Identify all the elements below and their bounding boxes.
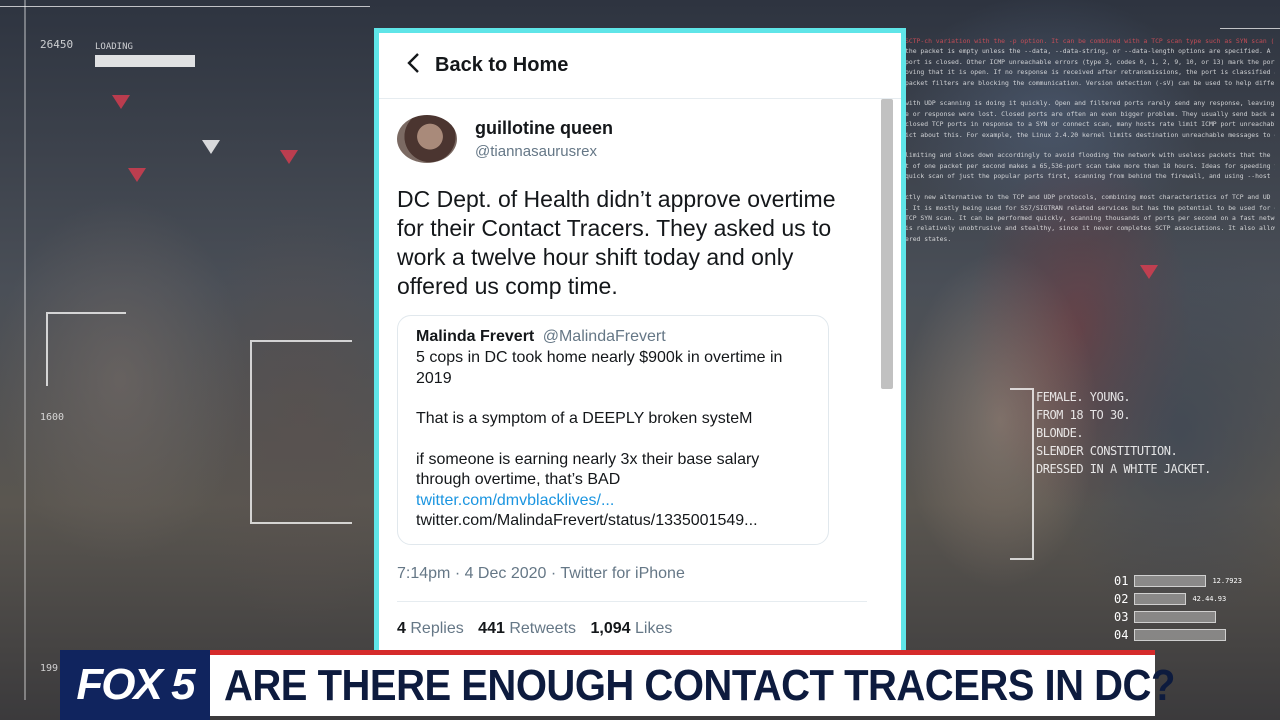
description-line: Dressed in a white jacket. (1036, 462, 1211, 476)
stat-value: 42.44.93 (1192, 595, 1227, 603)
hud-line (1220, 28, 1280, 29)
scrollbar[interactable] (881, 99, 893, 389)
stat-bar (1134, 575, 1207, 587)
stat-number: 01 (1114, 574, 1129, 588)
avatar[interactable] (397, 115, 457, 163)
stat-row: 04 (1114, 626, 1274, 644)
code-line: with UDP scanning is doing it quickly. O… (905, 99, 1275, 108)
code-line: ict about this. For example, the Linux 2… (905, 130, 1275, 139)
code-line: SCTP-ch variation with the -p option. It… (905, 37, 1275, 45)
headline: ARE THERE ENOUGH CONTACT TRACERS IN DC? (224, 661, 1175, 710)
tweet-author[interactable]: guillotine queen @tiannasaurusrex (397, 111, 863, 167)
face-bracket (1010, 388, 1034, 560)
lower-third: FOX 5 ARE THERE ENOUGH CONTACT TRACERS I… (0, 650, 1280, 720)
hud-marker-icon (202, 140, 220, 154)
tweet-meta: 7:14pm · 4 Dec 2020 · Twitter for iPhone (397, 565, 867, 602)
retweets-label[interactable]: Retweets (509, 620, 576, 637)
code-line: e or response were lost. Closed ports ar… (905, 109, 1275, 118)
hud-marker-icon (112, 95, 130, 109)
stat-bar (1134, 629, 1227, 641)
face-bracket (250, 340, 352, 524)
quote-link[interactable]: twitter.com/dmvblacklives/... (416, 491, 810, 512)
stat-row: 03 (1114, 608, 1274, 626)
quote-text: 5 cops in DC took home nearly $900k in o… (416, 349, 783, 387)
code-line: oving that it is open. If no response is… (905, 68, 1275, 77)
stat-number: 04 (1114, 628, 1129, 642)
code-line: port is closed. Other ICMP unreachable e… (905, 57, 1275, 66)
face-bracket (46, 312, 126, 386)
quote-text: if someone is earning nearly 3x their ba… (416, 450, 760, 489)
code-line: t of one packet per second makes a 65,53… (905, 161, 1275, 170)
likes-count[interactable]: 1,094 (590, 620, 630, 637)
back-to-home-button[interactable]: Back to Home (379, 33, 901, 99)
stat-row: 01 12.7923 (1114, 572, 1274, 590)
tweet-frame: Back to Home guillotine queen @tiannasau… (374, 28, 906, 658)
code-line: limiting and slows down accordingly to a… (905, 151, 1271, 160)
code-line: . It is mostly being used for SS7/SIGTRA… (905, 203, 1275, 212)
author-name[interactable]: guillotine queen (475, 118, 613, 139)
code-line: closed TCP ports in response to a SYN or… (905, 120, 1275, 129)
quote-text: That is a symptom of a DEEPLY broken sys… (416, 410, 753, 427)
stat-row: 02 42.44.93 (1114, 590, 1274, 608)
replies-label[interactable]: Replies (410, 620, 463, 637)
tweet-text: DC Dept. of Health didn’t approve overti… (397, 186, 836, 299)
code-line: the packet is empty unless the --data, -… (905, 47, 1271, 56)
code-line: quick scan of just the popular ports fir… (905, 172, 1271, 181)
hud-counter: 26450 (40, 38, 74, 51)
code-line: ctly new alternative to the TCP and UDP … (905, 193, 1271, 202)
retweets-count[interactable]: 441 (478, 620, 505, 637)
stat-number: 03 (1114, 610, 1129, 624)
author-handle[interactable]: @tiannasaurusrex (475, 143, 613, 160)
description-line: Female. Young. (1036, 390, 1131, 404)
hud-vertical-rule (24, 0, 26, 700)
code-panel: SCTP-ch variation with the -p option. It… (905, 36, 1275, 248)
stat-value: 12.7923 (1212, 577, 1242, 585)
hud-marker-icon (128, 168, 146, 182)
code-line: TCP SYN scan. It can be performed quickl… (905, 213, 1275, 222)
back-label: Back to Home (435, 54, 569, 76)
code-line: ered states. (905, 234, 952, 243)
tweet: guillotine queen @tiannasaurusrex DC Dep… (379, 99, 901, 638)
hud-left-number: 1600 (40, 412, 65, 423)
quote-url[interactable]: twitter.com/MalindaFrevert/status/133500… (416, 511, 810, 532)
chevron-left-icon (405, 52, 421, 79)
description-line: Slender constitution. (1036, 444, 1178, 458)
lower-third-accent (210, 650, 1155, 655)
stat-bar (1134, 611, 1217, 623)
code-line: is relatively unobtrusive and stealthy, … (905, 224, 1275, 233)
fox5-logo: FOX 5 (60, 650, 210, 720)
likes-label[interactable]: Likes (635, 620, 672, 637)
hud-loading-bar (95, 55, 195, 67)
hud-marker-icon (1140, 265, 1158, 279)
code-line: packet filters are blocking the communic… (905, 78, 1275, 87)
description-line: From 18 to 30. (1036, 408, 1131, 422)
quote-author-name: Malinda Frevert (416, 328, 535, 345)
description-line: Blonde. (1036, 426, 1084, 440)
tweet-counts: 4 Replies 441 Retweets 1,094 Likes (397, 620, 863, 638)
stat-bar (1134, 593, 1187, 605)
quote-author-handle: @MalindaFrevert (542, 328, 666, 345)
replies-count[interactable]: 4 (397, 620, 406, 637)
quoted-tweet[interactable]: Malinda Frevert @MalindaFrevert 5 cops i… (397, 315, 829, 545)
hud-marker-icon (280, 150, 298, 164)
hud-loading-label: LOADING (95, 42, 133, 52)
stat-number: 02 (1114, 592, 1129, 606)
tweet-card: Back to Home guillotine queen @tiannasau… (379, 33, 901, 653)
hud-line (0, 6, 370, 7)
subject-description: Female. Young. From 18 to 30. Blonde. Sl… (1036, 388, 1236, 478)
hud-stats: 01 12.7923 02 42.44.93 03 04 (1114, 572, 1274, 644)
